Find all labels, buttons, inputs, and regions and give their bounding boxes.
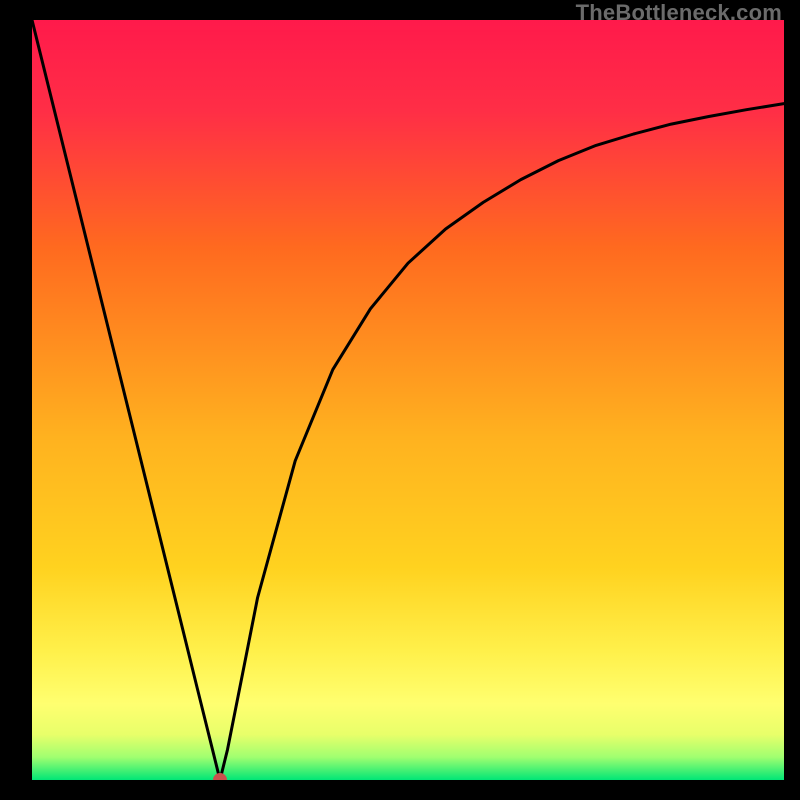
gradient-background bbox=[32, 20, 784, 780]
watermark-text: TheBottleneck.com bbox=[576, 0, 782, 26]
chart-frame: TheBottleneck.com bbox=[0, 0, 800, 800]
bottleneck-chart bbox=[32, 20, 784, 780]
